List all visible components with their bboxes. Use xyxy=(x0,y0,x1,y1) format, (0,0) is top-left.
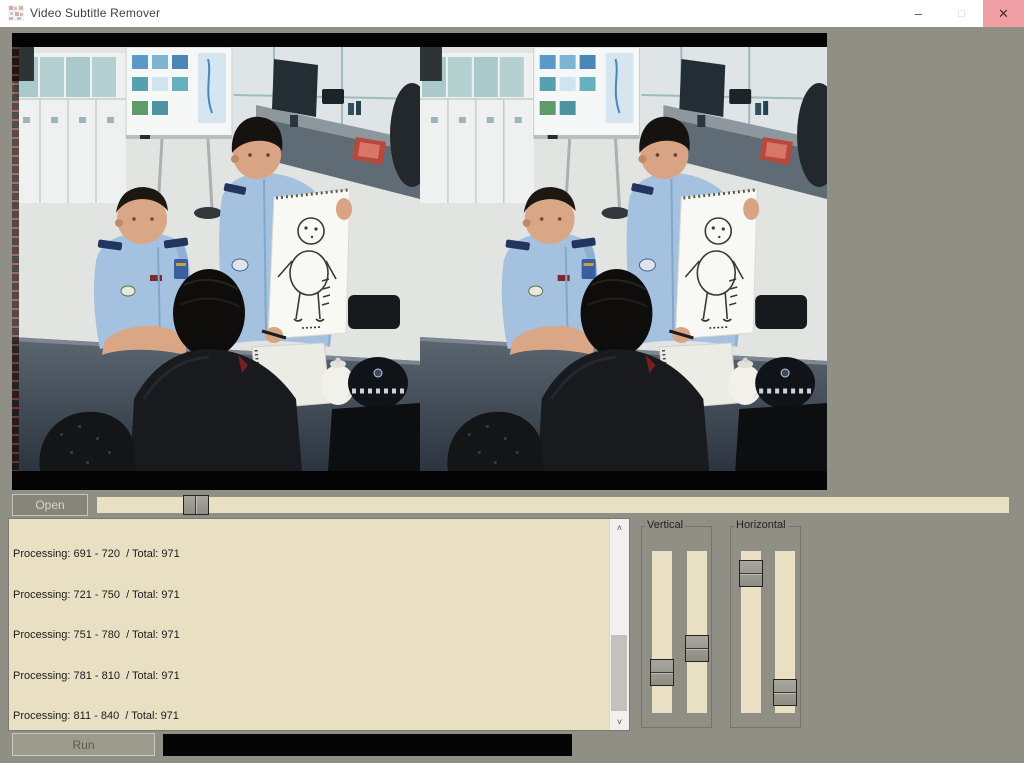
log-line: Processing: 811 - 840 / Total: 971 xyxy=(13,710,607,724)
minimize-button[interactable]: – xyxy=(897,0,940,27)
log-scrollbar[interactable]: ˄ ˅ xyxy=(609,519,629,730)
horizontal-group: Horizontal xyxy=(730,526,801,728)
scrollbar-thumb[interactable] xyxy=(611,635,627,711)
titlebar: Video Subtitle Remover – □ ✕ xyxy=(0,0,1024,27)
open-button[interactable]: Open xyxy=(12,494,88,516)
log-line: Processing: 751 - 780 / Total: 971 xyxy=(13,629,607,643)
log-line: Processing: 781 - 810 / Total: 971 xyxy=(13,670,607,684)
original-video-frame xyxy=(12,47,420,471)
video-preview-area xyxy=(12,33,827,490)
scroll-down-icon[interactable]: ˅ xyxy=(610,713,629,730)
log-line: Processing: 691 - 720 / Total: 971 xyxy=(13,548,607,562)
vertical-slider-right-handle[interactable] xyxy=(685,635,709,662)
horizontal-slider-left-handle[interactable] xyxy=(739,560,763,587)
app-icon[interactable] xyxy=(8,5,24,21)
run-button[interactable]: Run xyxy=(12,733,155,756)
vertical-slider-right[interactable] xyxy=(687,551,707,713)
vertical-slider-left[interactable] xyxy=(652,551,672,713)
log-line: Processing: 721 - 750 / Total: 971 xyxy=(13,589,607,603)
vertical-group-label: Vertical xyxy=(645,519,685,531)
vertical-group: Vertical xyxy=(641,526,712,728)
horizontal-slider-left[interactable] xyxy=(741,551,761,713)
processed-video-frame xyxy=(420,47,827,471)
maximize-button[interactable]: □ xyxy=(940,0,983,27)
vertical-slider-left-handle[interactable] xyxy=(650,659,674,686)
horizontal-group-label: Horizontal xyxy=(734,519,788,531)
log-output[interactable]: Processing: 691 - 720 / Total: 971 Proce… xyxy=(8,518,630,731)
frame-edge-noise xyxy=(12,47,19,471)
log-lines: Processing: 691 - 720 / Total: 971 Proce… xyxy=(13,521,607,730)
horizontal-slider-right[interactable] xyxy=(775,551,795,713)
app-window: { "window": { "title": "Video Subtitle R… xyxy=(0,0,1024,763)
progress-bar xyxy=(163,734,572,756)
window-title: Video Subtitle Remover xyxy=(30,6,160,20)
seek-slider[interactable] xyxy=(97,497,1009,513)
close-button[interactable]: ✕ xyxy=(983,0,1024,27)
horizontal-slider-right-handle[interactable] xyxy=(773,679,797,706)
scroll-up-icon[interactable]: ˄ xyxy=(610,519,629,536)
seek-slider-handle[interactable] xyxy=(183,495,209,515)
